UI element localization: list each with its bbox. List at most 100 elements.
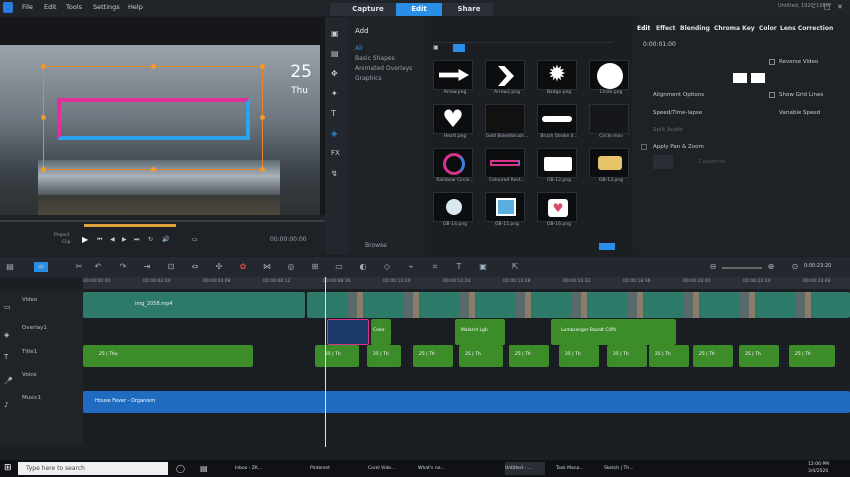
thumb-cell[interactable]: ♥ Heart.png xyxy=(429,104,481,139)
customize-button[interactable]: Customize xyxy=(699,159,725,165)
title-clip[interactable]: 25 | Th xyxy=(693,345,733,367)
motion-icon[interactable]: ✣ xyxy=(214,262,224,272)
video-track-icon[interactable]: ▭ xyxy=(4,303,11,311)
ob15-thumb[interactable] xyxy=(485,192,525,222)
video-clip-sequence[interactable] xyxy=(307,292,850,318)
title-clip[interactable]: 25 | Th xyxy=(649,345,689,367)
fx-icon[interactable]: FX xyxy=(331,149,340,157)
circle-thumb[interactable] xyxy=(589,60,629,90)
title-icon[interactable]: T xyxy=(331,109,336,118)
effect-icon[interactable]: ✦ xyxy=(331,89,338,98)
thumb-cell[interactable]: Arrow.png xyxy=(429,60,481,95)
folder-icon[interactable]: ▣ xyxy=(433,44,449,52)
redo-icon[interactable]: ↷ xyxy=(118,262,128,272)
taskbar-app[interactable]: Untitled - ... xyxy=(505,462,545,475)
selection-box[interactable] xyxy=(41,64,265,172)
title-clip[interactable]: 25 | Th xyxy=(607,345,647,367)
thumb-cell[interactable]: Arrow2.png xyxy=(481,60,533,95)
thumb-cell[interactable]: OB-14.png xyxy=(429,192,481,227)
tab-share[interactable]: Share xyxy=(446,3,492,16)
audio-mixer-icon[interactable]: ⋈ xyxy=(262,262,272,272)
color-swatch[interactable] xyxy=(751,73,765,83)
panzoom-checkbox[interactable] xyxy=(641,144,647,150)
split-audio-button[interactable]: Split Audio xyxy=(653,127,683,133)
ob16-thumb[interactable]: ♥ xyxy=(537,192,577,222)
title-track-icon[interactable]: T xyxy=(4,353,8,361)
resize-handle[interactable] xyxy=(41,167,46,172)
title-clip[interactable]: 25 | Th xyxy=(459,345,503,367)
resize-handle[interactable] xyxy=(260,167,265,172)
repeat-icon[interactable]: ↻ xyxy=(148,236,153,243)
file-explorer-icon[interactable]: ▤ xyxy=(200,464,208,473)
resize-handle[interactable] xyxy=(260,64,265,69)
volume-icon[interactable]: 🔊 xyxy=(162,236,169,243)
overlay-clip-selected[interactable] xyxy=(327,319,369,345)
timeline-view-icon[interactable]: ≡ xyxy=(34,262,48,272)
browse-button[interactable]: Browse xyxy=(365,242,387,249)
circle-mov-thumb[interactable] xyxy=(589,104,629,134)
next-frame-icon[interactable]: ▶ xyxy=(122,236,127,243)
tab-capture[interactable]: Capture xyxy=(348,3,388,16)
zoom-slider[interactable] xyxy=(722,267,762,269)
menu-tools[interactable]: Tools xyxy=(66,3,82,11)
thumb-cell[interactable]: Circle.mov xyxy=(585,104,637,139)
title-clip[interactable]: 25 | Th xyxy=(509,345,549,367)
title-clip[interactable]: 25 | Thu xyxy=(83,345,253,367)
text-icon[interactable]: T xyxy=(454,262,464,272)
alignment-options[interactable]: Alignment Options xyxy=(653,92,704,98)
overlay-clip[interactable]: Malarrd Lgh xyxy=(455,319,505,345)
thumb-cell[interactable]: ♥ OB-16.png xyxy=(533,192,585,227)
menu-file[interactable]: File xyxy=(22,3,33,11)
tools-icon[interactable]: ✂ xyxy=(74,262,84,272)
instant-project-icon[interactable]: ▤ xyxy=(331,49,339,58)
mask-icon[interactable]: ✿ xyxy=(238,262,248,272)
record-icon[interactable]: ⊡ xyxy=(166,262,176,272)
panzoom-preset[interactable] xyxy=(653,155,673,169)
category-basic-shapes[interactable]: Basic Shapes xyxy=(355,55,395,62)
resize-handle[interactable] xyxy=(41,115,46,120)
speed-timelapse-button[interactable]: Speed/Time-lapse xyxy=(653,110,702,116)
arrow-thumb[interactable] xyxy=(433,60,473,90)
project-label[interactable]: Project xyxy=(54,233,69,238)
bokeh-thumb[interactable] xyxy=(485,104,525,134)
path-icon[interactable]: ↯ xyxy=(331,169,338,178)
tab-color[interactable]: Color xyxy=(759,25,777,32)
duration-field[interactable]: 0:00:01:00 xyxy=(643,41,676,48)
menu-settings[interactable]: Settings xyxy=(93,3,120,11)
resize-handle[interactable] xyxy=(151,167,156,172)
thumb-cell[interactable]: Rainbow Circle... xyxy=(429,148,481,183)
music-track-icon[interactable]: ♪ xyxy=(4,401,8,409)
overlay-clip[interactable]: Color xyxy=(371,319,391,345)
taskbar-app[interactable]: Task Mana... xyxy=(556,462,596,475)
path-tool-icon[interactable]: ⌁ xyxy=(406,262,416,272)
grid-checkbox[interactable] xyxy=(769,92,775,98)
view-grid-icon[interactable] xyxy=(453,44,465,52)
ob12-thumb[interactable] xyxy=(537,148,577,178)
resize-handle[interactable] xyxy=(41,64,46,69)
category-graphics[interactable]: Graphics xyxy=(355,75,382,82)
menu-help[interactable]: Help xyxy=(128,3,143,11)
music-clip[interactable]: House Fever - Organism xyxy=(83,391,850,413)
tab-effect[interactable]: Effect xyxy=(656,25,675,32)
prev-frame-icon[interactable]: ◀ xyxy=(110,236,115,243)
motion-track-icon[interactable]: ◎ xyxy=(286,262,296,272)
thumb-cell[interactable]: OB-12.png xyxy=(533,148,585,183)
tab-edit-options[interactable]: Edit xyxy=(637,25,650,32)
overlay-track-icon[interactable]: ◈ xyxy=(4,331,9,339)
taskbar-app[interactable]: Corel Vide... xyxy=(368,462,408,475)
title-clip[interactable]: 25 | Th xyxy=(559,345,599,367)
screen-icon[interactable]: ▣ xyxy=(478,262,488,272)
title-clip[interactable]: 25 | Th xyxy=(739,345,779,367)
maximize-icon[interactable]: □ xyxy=(824,3,831,11)
video-clip[interactable]: img_2058.mp4 xyxy=(83,292,305,318)
thumb-cell[interactable]: ✹ Badge.png xyxy=(533,60,585,95)
resize-handle[interactable] xyxy=(151,64,156,69)
go-start-icon[interactable]: ⏮ xyxy=(97,236,102,244)
crop-icon[interactable]: ⌗ xyxy=(430,262,440,272)
storyboard-view-icon[interactable]: ▤ xyxy=(5,262,15,272)
thumb-cell[interactable]: Brush Stroke 4... xyxy=(533,104,585,139)
taskbar-app[interactable]: Inbox - ZK... xyxy=(235,462,275,475)
aspect-icon[interactable]: ▭ xyxy=(192,236,198,243)
library-view-toggle[interactable] xyxy=(599,243,615,250)
export-icon[interactable]: ⇱ xyxy=(510,262,520,272)
